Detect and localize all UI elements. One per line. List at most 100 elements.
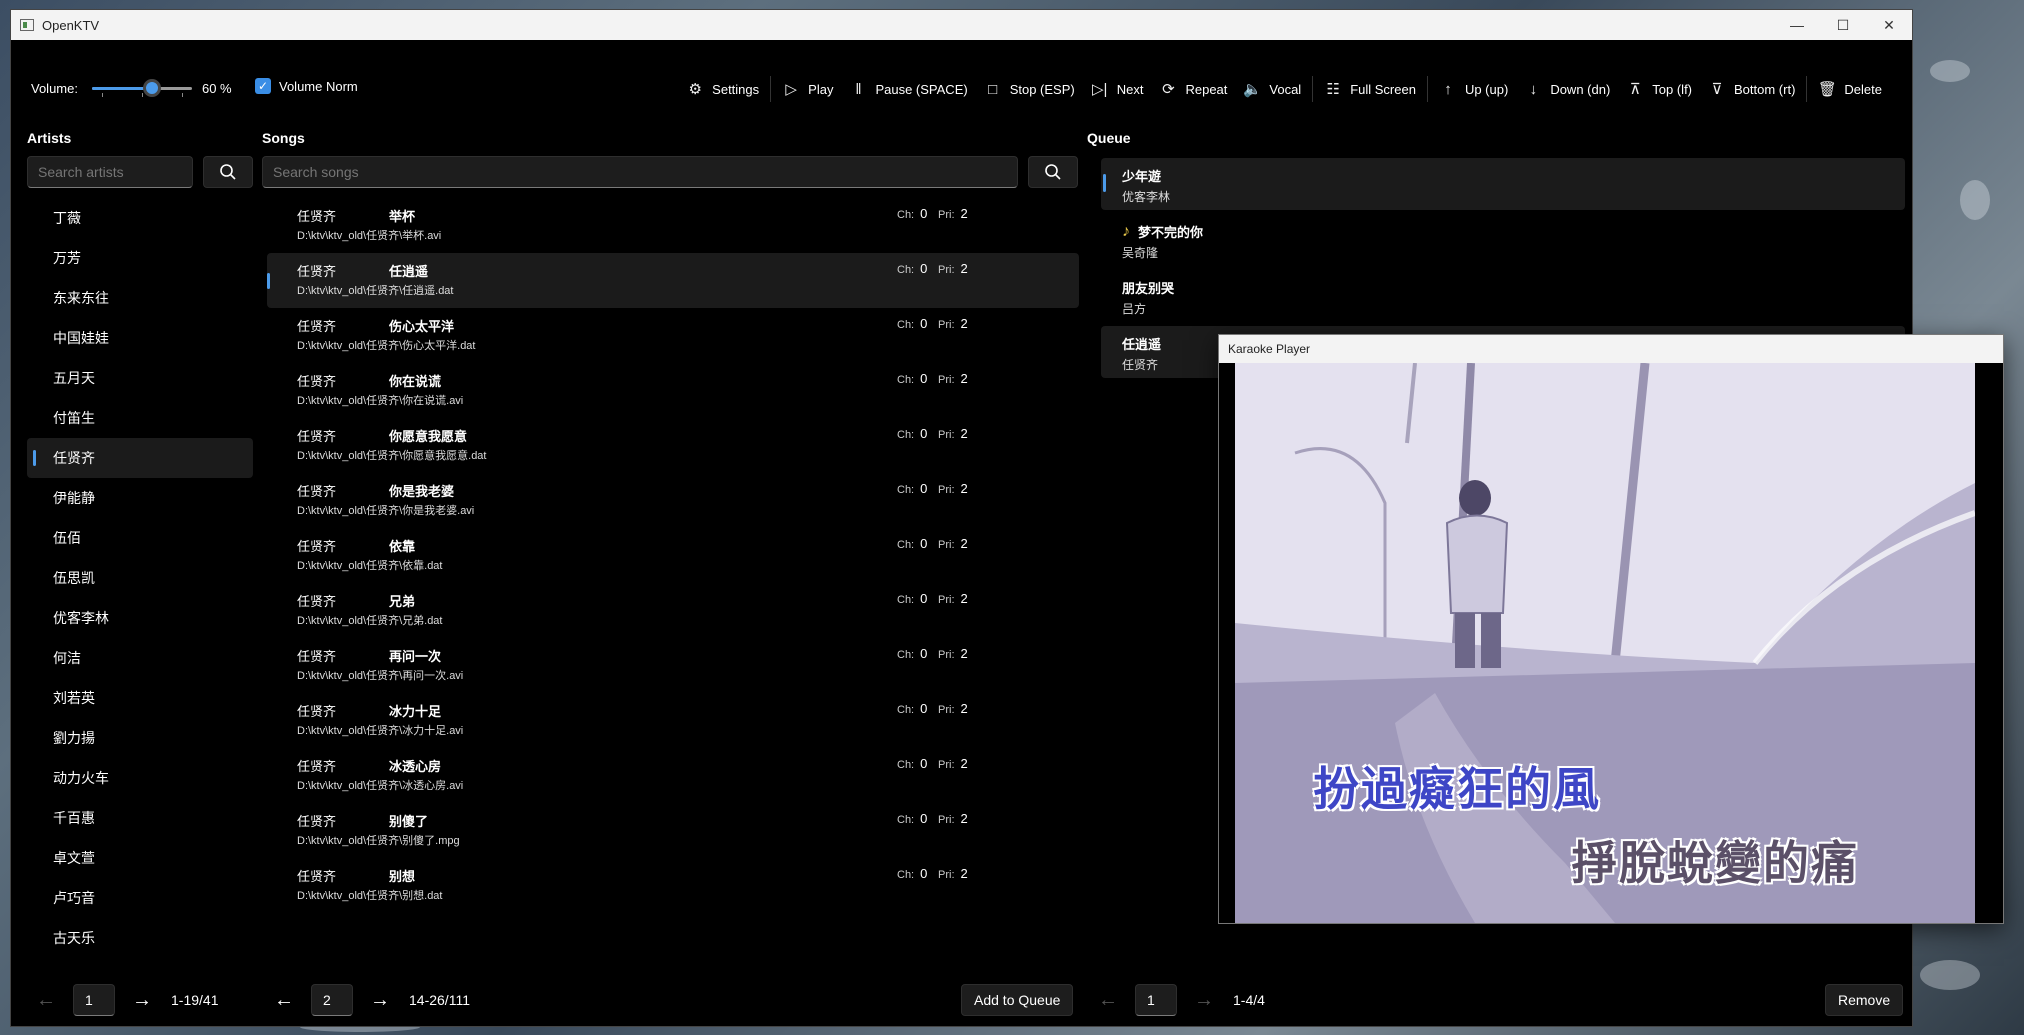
pause-button[interactable]: ‖ Pause (SPACE) — [841, 76, 975, 102]
play-button-label: Play — [808, 81, 834, 97]
song-row[interactable]: 任贤齐 冰力十足 D:\ktv\ktv_old\任贤齐\冰力十足.avi Ch: 0 Pr… — [267, 693, 1079, 748]
artist-name: 动力火车 — [53, 770, 109, 786]
settings-button[interactable]: ⚙ Settings — [678, 76, 767, 102]
queue-page-input[interactable] — [1135, 984, 1177, 1016]
queue-item-artist: 吕方 — [1122, 302, 1147, 316]
song-artist: 任贤齐 — [297, 649, 337, 664]
queue-item[interactable]: 朋友别哭 吕方 — [1101, 270, 1905, 322]
queue-prev-page-button[interactable]: ← — [1087, 984, 1129, 1016]
artists-page-input[interactable] — [73, 984, 115, 1016]
artist-list-item[interactable]: 五月天 — [27, 358, 253, 398]
song-row[interactable]: 任贤齐 你是我老婆 D:\ktv\ktv_old\任贤齐\你是我老婆.avi Ch: 0… — [267, 473, 1079, 528]
artist-list-item[interactable]: 动力火车 — [27, 758, 253, 798]
artist-name: 何洁 — [53, 650, 81, 666]
song-path: D:\ktv\ktv_old\任贤齐\你是我老婆.avi — [297, 505, 475, 517]
next-button[interactable]: ▷| Next — [1083, 76, 1152, 102]
queue-item[interactable]: 少年遊 优客李林 — [1101, 158, 1905, 210]
move-down-button[interactable]: ↓ Down (dn) — [1516, 76, 1618, 102]
song-row[interactable]: 任贤齐 任逍遥 D:\ktv\ktv_old\任贤齐\任逍遥.dat Ch: 0 Pri:… — [267, 253, 1079, 308]
artists-search-input[interactable] — [27, 156, 193, 188]
song-path: D:\ktv\ktv_old\任贤齐\你在说谎.avi — [297, 395, 464, 407]
artist-name: 中国娃娃 — [53, 330, 109, 346]
lyric-line-current: 扮過癡狂的風 — [1313, 762, 1601, 816]
speaker-icon: 🔈 — [1243, 81, 1262, 98]
song-path: D:\ktv\ktv_old\任贤齐\再问一次.avi — [297, 670, 464, 682]
queue-item-artist: 优客李林 — [1122, 190, 1171, 204]
artist-list-item[interactable]: 劉力揚 — [27, 718, 253, 758]
artist-list-item[interactable]: 古天乐 — [27, 918, 253, 958]
move-bottom-button[interactable]: ⊽ Bottom (rt) — [1700, 76, 1803, 102]
stop-icon: □ — [988, 80, 998, 98]
song-row[interactable]: 任贤齐 你在说谎 D:\ktv\ktv_old\任贤齐\你在说谎.avi Ch: 0 Pr… — [267, 363, 1079, 418]
artist-list-item[interactable]: 刘若英 — [27, 678, 253, 718]
songs-search-input[interactable] — [262, 156, 1018, 188]
songs-next-page-button[interactable]: → — [359, 984, 401, 1016]
song-row[interactable]: 任贤齐 兄弟 D:\ktv\ktv_old\任贤齐\兄弟.dat Ch: 0 Pri: 2 — [267, 583, 1079, 638]
artist-list-item[interactable]: 万芳 — [27, 238, 253, 278]
song-channel: Ch: 0 — [897, 701, 928, 716]
artist-list-item[interactable]: 何洁 — [27, 638, 253, 678]
artists-next-page-button[interactable]: → — [121, 984, 163, 1016]
lyric-line-next: 掙脫蛻變的痛 — [1571, 836, 1859, 890]
volume-slider-thumb[interactable] — [142, 79, 161, 97]
song-priority: Pri: 2 — [938, 536, 968, 551]
songs-search-button[interactable] — [1028, 156, 1078, 188]
song-channel: Ch: 0 — [897, 206, 928, 221]
artists-prev-page-button[interactable]: ← — [25, 984, 67, 1016]
artist-list-item[interactable]: 卓文萱 — [27, 838, 253, 878]
vocal-button[interactable]: 🔈 Vocal — [1235, 76, 1309, 102]
songs-page-input[interactable] — [311, 984, 353, 1016]
close-button[interactable]: ✕ — [1866, 10, 1912, 40]
artist-list-item[interactable]: 付笛生 — [27, 398, 253, 438]
to-bottom-icon: ⊽ — [1711, 81, 1723, 98]
song-row[interactable]: 任贤齐 依靠 D:\ktv\ktv_old\任贤齐\依靠.dat Ch: 0 Pri: 2 — [267, 528, 1079, 583]
artist-list-item[interactable]: 伊能静 — [27, 478, 253, 518]
minimize-button[interactable]: — — [1774, 10, 1820, 40]
artist-list-item[interactable]: 千百惠 — [27, 798, 253, 838]
songs-prev-page-button[interactable]: ← — [263, 984, 305, 1016]
song-path: D:\ktv\ktv_old\任贤齐\别傻了.mpg — [297, 835, 460, 847]
volume-slider[interactable] — [91, 78, 192, 98]
artist-list-item[interactable]: 中国娃娃 — [27, 318, 253, 358]
move-up-button[interactable]: ↑ Up (up) — [1431, 76, 1516, 102]
gear-icon: ⚙ — [688, 81, 702, 98]
maximize-button[interactable]: ☐ — [1820, 10, 1866, 40]
volume-norm-checkbox[interactable]: ✓ Volume Norm — [255, 78, 358, 94]
song-row[interactable]: 任贤齐 再问一次 D:\ktv\ktv_old\任贤齐\再问一次.avi Ch: 0 Pr… — [267, 638, 1079, 693]
song-row[interactable]: 任贤齐 冰透心房 D:\ktv\ktv_old\任贤齐\冰透心房.avi Ch: 0 Pr… — [267, 748, 1079, 803]
remove-button[interactable]: Remove — [1825, 984, 1904, 1016]
song-row[interactable]: 任贤齐 举杯 D:\ktv\ktv_old\任贤齐\举杯.avi Ch: 0 Pri: 2 — [267, 198, 1079, 253]
volume-value: 60 % — [201, 80, 232, 96]
artist-list-item[interactable]: 东来东往 — [27, 278, 253, 318]
artist-name: 卓文萱 — [53, 850, 95, 866]
arrow-right-icon: → — [132, 988, 152, 1011]
queue-next-page-button[interactable]: → — [1183, 984, 1225, 1016]
full-screen-button[interactable]: ☷ Full Screen — [1316, 76, 1424, 102]
song-row[interactable]: 任贤齐 别傻了 D:\ktv\ktv_old\任贤齐\别傻了.mpg Ch: 0 Pri:… — [267, 803, 1079, 858]
karaoke-video[interactable]: 扮過癡狂的風 掙脫蛻變的痛 — [1235, 363, 1975, 923]
song-row[interactable]: 任贤齐 你愿意我愿意 D:\ktv\ktv_old\任贤齐\你愿意我愿意.dat Ch… — [267, 418, 1079, 473]
artist-list-item[interactable]: 任贤齐 — [27, 438, 253, 478]
artist-name: 刘若英 — [53, 690, 95, 706]
stop-button[interactable]: □ Stop (ESP) — [976, 76, 1083, 102]
artist-list-item[interactable]: 丁薇 — [27, 198, 253, 238]
artist-list-item[interactable]: 优客李林 — [27, 598, 253, 638]
add-to-queue-button[interactable]: Add to Queue — [961, 984, 1074, 1016]
song-channel: Ch: 0 — [897, 591, 928, 606]
artist-list-item[interactable]: 卢巧音 — [27, 878, 253, 918]
delete-button[interactable]: 🗑 Delete — [1810, 76, 1890, 102]
arrow-left-icon: ← — [274, 988, 294, 1011]
song-row[interactable]: 任贤齐 伤心太平洋 D:\ktv\ktv_old\任贤齐\伤心太平洋.dat Ch: 0… — [267, 308, 1079, 363]
song-row[interactable]: 任贤齐 别想 D:\ktv\ktv_old\任贤齐\别想.dat Ch: 0 Pri: 2 — [267, 858, 1079, 913]
queue-item[interactable]: ♪ 梦不完的你 吴奇隆 — [1101, 214, 1905, 266]
song-channel: Ch: 0 — [897, 866, 928, 881]
move-top-button[interactable]: ⊼ Top (lf) — [1618, 76, 1700, 102]
artist-list-item[interactable]: 伍佰 — [27, 518, 253, 558]
karaoke-player-window[interactable]: Karaoke Player 扮過癡狂的風 掙脫蛻變的痛 — [1218, 334, 2004, 924]
artists-search-button[interactable] — [203, 156, 253, 188]
play-button[interactable]: ▷ Play — [774, 76, 841, 102]
artist-name: 万芳 — [53, 250, 81, 266]
repeat-button[interactable]: ⟳ Repeat — [1151, 76, 1235, 102]
artist-name: 任贤齐 — [53, 450, 95, 466]
artist-list-item[interactable]: 伍思凯 — [27, 558, 253, 598]
